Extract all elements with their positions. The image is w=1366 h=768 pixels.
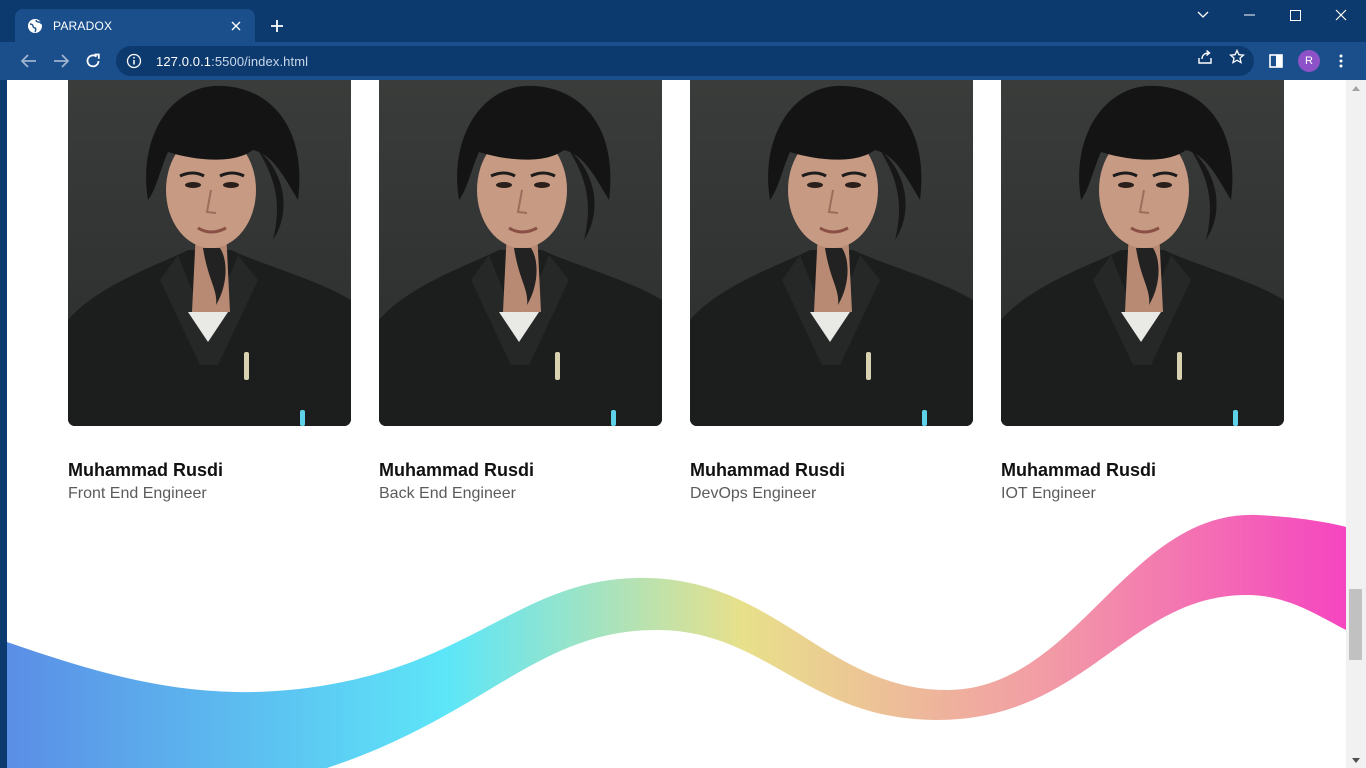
member-photo <box>68 80 351 426</box>
window-frame <box>0 80 7 768</box>
team-card-3: Muhammad Rusdi DevOps Engineer <box>690 80 973 502</box>
globe-icon <box>27 18 43 34</box>
forward-arrow-icon[interactable] <box>50 50 72 72</box>
team-card-1: Muhammad Rusdi Front End Engineer <box>68 80 351 502</box>
address-bar[interactable]: 127.0.0.1:5500/index.html <box>116 46 1254 76</box>
minimize-icon[interactable] <box>1226 0 1272 30</box>
team-card-2: Muhammad Rusdi Back End Engineer <box>379 80 662 502</box>
member-photo <box>690 80 973 426</box>
browser-tab[interactable]: PARADOX <box>15 9 255 43</box>
reload-icon[interactable] <box>82 50 104 72</box>
chevron-down-icon[interactable] <box>1180 0 1226 30</box>
browser-toolbar: 127.0.0.1:5500/index.html R <box>0 42 1366 80</box>
member-name: Muhammad Rusdi <box>690 460 846 480</box>
member-name: Muhammad Rusdi <box>379 460 535 480</box>
scroll-up-icon[interactable] <box>1346 80 1366 96</box>
url-host: 127.0.0.1 <box>156 53 212 69</box>
member-photo <box>379 80 662 426</box>
url-path: :5500/index.html <box>211 53 309 69</box>
scrollbar-thumb[interactable] <box>1349 589 1362 660</box>
info-icon[interactable] <box>126 53 142 69</box>
member-photo <box>1001 80 1284 426</box>
share-icon[interactable] <box>1194 46 1216 68</box>
vertical-scrollbar[interactable] <box>1346 80 1366 768</box>
sidepanel-icon[interactable] <box>1265 50 1287 72</box>
tab-title: PARADOX <box>53 19 113 33</box>
member-name: Muhammad Rusdi <box>1001 460 1157 480</box>
back-arrow-icon[interactable] <box>18 50 40 72</box>
page-viewport: Muhammad Rusdi Front End Engineer Muhamm… <box>7 80 1346 768</box>
kebab-menu-icon[interactable] <box>1330 50 1352 72</box>
close-window-icon[interactable] <box>1318 0 1364 30</box>
member-name: Muhammad Rusdi <box>68 460 224 480</box>
browser-chrome: PARADOX 127.0.0.1:5500/index.html R <box>0 0 1366 80</box>
profile-avatar[interactable]: R <box>1298 50 1320 72</box>
star-icon[interactable] <box>1226 46 1248 68</box>
url-text: 127.0.0.1:5500/index.html <box>156 54 308 69</box>
maximize-icon[interactable] <box>1272 0 1318 30</box>
team-card-4: Muhammad Rusdi IOT Engineer <box>1001 80 1284 502</box>
plus-icon[interactable] <box>266 15 288 37</box>
decorative-wave <box>7 514 1346 768</box>
scroll-down-icon[interactable] <box>1346 752 1366 768</box>
close-icon[interactable] <box>227 17 245 35</box>
tab-strip: PARADOX <box>0 0 1366 43</box>
